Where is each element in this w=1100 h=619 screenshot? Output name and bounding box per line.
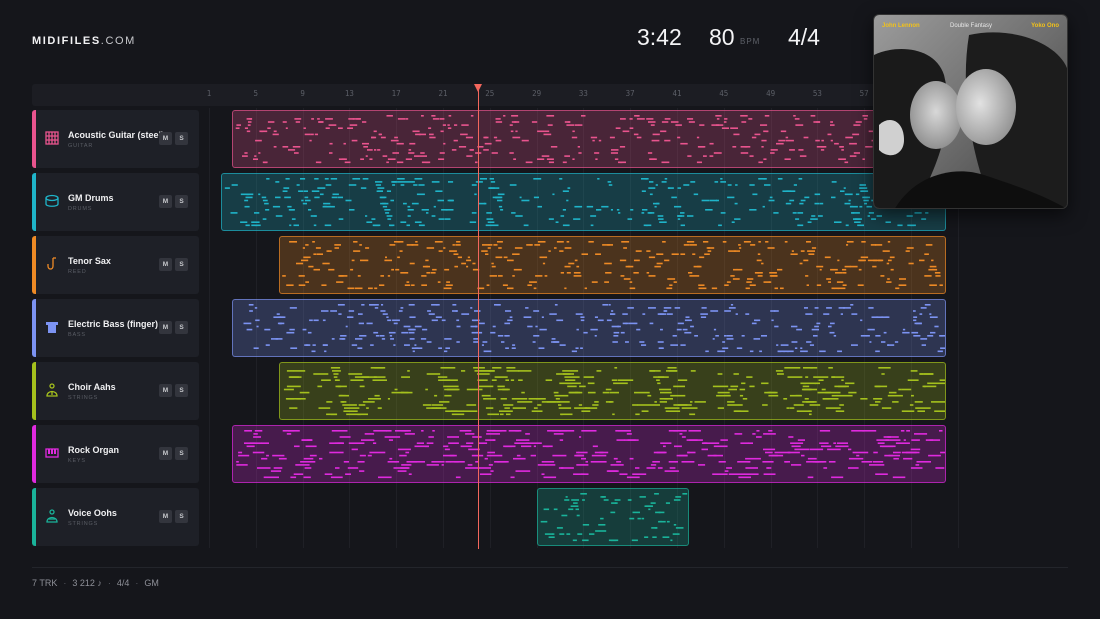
track-category: BASS xyxy=(68,332,86,338)
midi-clip[interactable] xyxy=(536,488,689,546)
tempo-unit: BPM xyxy=(740,37,761,46)
tempo-readout: 80 xyxy=(709,24,735,50)
track-category: KEYS xyxy=(68,458,86,464)
ruler-bar-label: 13 xyxy=(344,89,354,98)
ruler-bar-label: 25 xyxy=(485,89,495,98)
track-header[interactable]: Tenor Sax REED M S xyxy=(32,236,199,294)
track-category: STRINGS xyxy=(68,521,99,527)
track-header[interactable]: Rock Organ KEYS M S xyxy=(32,425,199,483)
footer-time-signature: 4/4 xyxy=(116,578,130,588)
track-header[interactable]: Choir Aahs STRINGS M S xyxy=(32,362,199,420)
track-name: Rock Organ xyxy=(68,445,120,455)
solo-button[interactable]: S xyxy=(175,132,188,145)
mute-button[interactable]: M xyxy=(159,447,172,460)
bass-icon xyxy=(46,322,58,333)
voice-icon xyxy=(46,509,58,523)
track-color-strip xyxy=(32,299,36,357)
track-category: REED xyxy=(68,269,87,275)
time-readout: 3:42 xyxy=(637,24,682,50)
mute-button[interactable]: M xyxy=(159,258,172,271)
ruler-bar-label: 9 xyxy=(300,89,305,98)
track-category: DRUMS xyxy=(68,206,93,212)
track-name: Acoustic Guitar (steel) xyxy=(68,130,165,140)
midi-standard: GM xyxy=(144,578,159,588)
ruler-bar-label: 21 xyxy=(438,89,448,98)
solo-button[interactable]: S xyxy=(175,321,188,334)
sax-icon xyxy=(47,257,56,270)
clip-notes xyxy=(282,241,944,290)
track-category: STRINGS xyxy=(68,395,99,401)
footer-separator: · xyxy=(107,578,111,588)
album-artist-left: John Lennon xyxy=(882,23,920,29)
track-header[interactable]: Voice Oohs STRINGS M S xyxy=(32,488,199,546)
footer-separator: · xyxy=(135,578,139,588)
clip-notes xyxy=(540,493,687,542)
track-name: Voice Oohs xyxy=(68,508,117,518)
playhead[interactable] xyxy=(478,86,480,549)
ruler-bar-label: 37 xyxy=(625,89,635,98)
solo-button[interactable]: S xyxy=(175,447,188,460)
time-signature-readout: 4/4 xyxy=(788,24,820,50)
footer-divider xyxy=(32,567,1068,568)
ruler-bar-label: 45 xyxy=(719,89,729,98)
midi-clip[interactable] xyxy=(279,236,947,294)
mute-button[interactable]: M xyxy=(159,384,172,397)
ruler-bar-label: 41 xyxy=(672,89,682,98)
ruler-bar-label: 33 xyxy=(578,89,588,98)
album-artwork xyxy=(874,15,1067,208)
organ-icon xyxy=(45,448,59,458)
track-color-strip xyxy=(32,488,36,546)
note-count: 3 212 ♪ xyxy=(72,578,102,588)
ruler-bar-label: 5 xyxy=(253,89,259,98)
mute-button[interactable]: M xyxy=(159,321,172,334)
album-cover: John Lennon Double Fantasy Yoko Ono xyxy=(873,14,1068,209)
ruler-bar-label: 53 xyxy=(812,89,822,98)
midi-clip[interactable] xyxy=(232,110,947,168)
drum-icon xyxy=(45,194,59,207)
midi-clip[interactable] xyxy=(232,299,947,357)
track-category: GUITAR xyxy=(68,143,94,149)
solo-button[interactable]: S xyxy=(175,258,188,271)
footer-separator: · xyxy=(63,578,67,588)
clip-notes xyxy=(224,178,944,227)
midi-clip[interactable] xyxy=(220,173,947,231)
track-name: GM Drums xyxy=(68,193,114,203)
guitar-icon xyxy=(45,131,59,145)
track-color-strip xyxy=(32,110,36,168)
clip-notes xyxy=(243,304,946,353)
album-artist-right: Yoko Ono xyxy=(1031,23,1059,29)
track-count: 7 TRK xyxy=(32,578,58,588)
midi-clip[interactable] xyxy=(279,362,947,420)
track-name: Tenor Sax xyxy=(68,256,111,266)
track-name: Electric Bass (finger) xyxy=(68,319,159,329)
ruler-bar-label: 1 xyxy=(206,89,212,98)
ruler-bar-label: 17 xyxy=(391,89,401,98)
track-header[interactable]: Acoustic Guitar (steel) GUITAR M S xyxy=(32,110,199,168)
track-color-strip xyxy=(32,425,36,483)
status-footer: 7 TRK · 3 212 ♪ · 4/4 · GM xyxy=(32,578,159,588)
ruler-bar-label: 29 xyxy=(532,89,542,98)
ruler-bar-label: 49 xyxy=(766,89,776,98)
track-color-strip xyxy=(32,362,36,420)
track-color-strip xyxy=(32,173,36,231)
clip-notes xyxy=(284,367,946,416)
clip-notes xyxy=(236,115,938,164)
track-color-strip xyxy=(32,236,36,294)
solo-button[interactable]: S xyxy=(175,510,188,523)
mute-button[interactable]: M xyxy=(159,195,172,208)
mute-button[interactable]: M xyxy=(159,510,172,523)
choir-icon xyxy=(46,383,58,397)
track-header[interactable]: GM Drums DRUMS M S xyxy=(32,173,199,231)
album-title: Double Fantasy xyxy=(950,23,993,29)
mute-button[interactable]: M xyxy=(159,132,172,145)
ruler-bar-label: 57 xyxy=(859,89,869,98)
solo-button[interactable]: S xyxy=(175,384,188,397)
grid-line xyxy=(209,108,210,548)
midi-clip[interactable] xyxy=(232,425,947,483)
track-header[interactable]: Electric Bass (finger) BASS M S xyxy=(32,299,199,357)
solo-button[interactable]: S xyxy=(175,195,188,208)
clip-notes xyxy=(236,430,946,479)
track-name: Choir Aahs xyxy=(68,382,116,392)
